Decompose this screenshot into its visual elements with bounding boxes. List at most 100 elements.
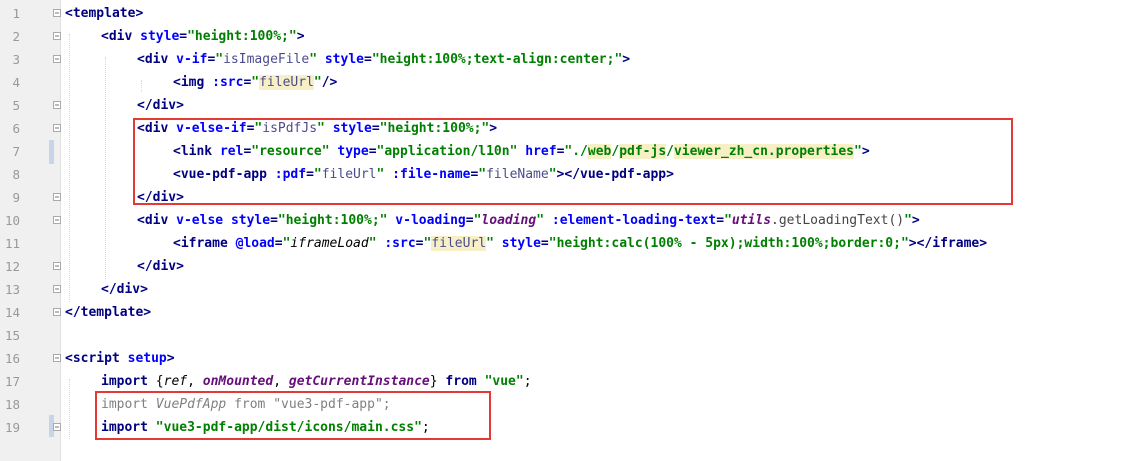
code-token: , <box>273 374 289 389</box>
code-line[interactable]: 11 <iframe @load="iframeLoad" :src="file… <box>0 232 1132 255</box>
code-token: { <box>155 374 164 389</box>
code-token: "height:100%;" <box>187 29 297 44</box>
code-token: ></iframe> <box>908 236 988 251</box>
fold-end-icon[interactable] <box>53 262 61 270</box>
line-number: 19 <box>4 420 20 435</box>
fold-end-icon[interactable] <box>53 308 61 316</box>
code-line[interactable]: 16 <script setup> <box>0 347 1132 370</box>
code-token: onMounted <box>202 374 274 389</box>
code-token: v-if <box>176 52 208 67</box>
highlight-box <box>133 118 1013 205</box>
fold-end-icon[interactable] <box>53 423 61 431</box>
code-line[interactable]: 4 <img :src="fileUrl"/> <box>0 71 1132 94</box>
code-token: setup <box>127 351 167 366</box>
line-number: 15 <box>4 328 20 343</box>
line-number: 8 <box>12 167 20 182</box>
code-token: from <box>437 374 485 389</box>
line-number: 16 <box>4 351 20 366</box>
code-token: () <box>888 213 905 228</box>
code-token: > <box>296 29 305 44</box>
fold-collapse-icon[interactable] <box>53 216 61 224</box>
code-token: :element-loading-text <box>544 213 717 228</box>
fold-end-icon[interactable] <box>53 285 61 293</box>
code-token: "height:100%;text-align:center;" <box>371 52 623 67</box>
code-token: <iframe <box>173 236 236 251</box>
fold-collapse-icon[interactable] <box>53 9 61 17</box>
code-token: style <box>493 236 541 251</box>
code-line[interactable]: 3 <div v-if="isImageFile" style="height:… <box>0 48 1132 71</box>
code-line[interactable]: 17 import {ref, onMounted, getCurrentIns… <box>0 370 1132 393</box>
code-token: "vue" <box>484 374 524 389</box>
code-token: </div> <box>101 282 148 297</box>
code-token: @load <box>235 236 275 251</box>
code-token: style <box>230 213 271 228</box>
code-token: = <box>179 29 188 44</box>
code-line[interactable]: 12 </div> <box>0 255 1132 278</box>
code-token: v-loading <box>387 213 466 228</box>
highlight-box <box>95 391 491 440</box>
code-token: " <box>313 75 322 90</box>
fold-collapse-icon[interactable] <box>53 32 61 40</box>
code-token: . <box>771 213 779 228</box>
line-number: 7 <box>12 144 20 159</box>
code-token: getCurrentInstance <box>288 374 430 389</box>
code-token: <template> <box>65 6 144 21</box>
code-token: " <box>309 52 318 67</box>
line-number: 18 <box>4 397 20 412</box>
code-line[interactable]: 15 <box>0 324 1132 347</box>
code-line[interactable]: 5 </div> <box>0 94 1132 117</box>
code-line[interactable]: 2 <div style="height:100%;"> <box>0 25 1132 48</box>
code-token: fileUrl <box>259 75 314 90</box>
code-line[interactable]: 1 <template> <box>0 2 1132 25</box>
code-token: ref <box>163 374 188 389</box>
line-number: 14 <box>4 305 20 320</box>
code-token: " <box>251 75 260 90</box>
line-number: 4 <box>12 75 20 90</box>
fold-end-icon[interactable] <box>53 193 61 201</box>
code-token: fileUrl <box>431 236 487 251</box>
line-number: 6 <box>12 121 20 136</box>
line-number: 13 <box>4 282 20 297</box>
code-token: </div> <box>137 259 184 274</box>
code-token: /> <box>321 75 338 90</box>
code-token: utils <box>731 213 772 228</box>
code-token: , <box>187 374 203 389</box>
line-number: 12 <box>4 259 20 274</box>
code-token: isImageFile <box>223 52 310 67</box>
code-token: " <box>368 236 377 251</box>
code-token: <img <box>173 75 213 90</box>
code-token: > <box>622 52 631 67</box>
code-token: </template> <box>65 305 152 320</box>
line-number: 1 <box>12 6 20 21</box>
code-token: <div <box>137 52 177 67</box>
line-number: 11 <box>4 236 20 251</box>
code-token: = <box>364 52 372 67</box>
code-token: :src <box>376 236 416 251</box>
code-token: <script <box>65 351 128 366</box>
fold-collapse-icon[interactable] <box>53 55 61 63</box>
code-token: " <box>486 236 494 251</box>
code-token: style <box>140 29 180 44</box>
code-line[interactable]: 10 <div v-else style="height:100%;" v-lo… <box>0 209 1132 232</box>
code-token: " <box>724 213 732 228</box>
code-token: "height:100%;" <box>277 213 388 228</box>
line-number: 9 <box>12 190 20 205</box>
code-line[interactable]: 13 </div> <box>0 278 1132 301</box>
fold-collapse-icon[interactable] <box>53 124 61 132</box>
code-token: "height:calc(100% - 5px);width:100%;bord… <box>548 236 909 251</box>
code-line[interactable]: 14 </template> <box>0 301 1132 324</box>
fold-collapse-icon[interactable] <box>53 354 61 362</box>
code-token: > <box>911 213 920 228</box>
code-token: style <box>317 52 364 67</box>
code-token: " <box>215 52 224 67</box>
line-number: 2 <box>12 29 20 44</box>
code-token: <div <box>137 213 177 228</box>
code-token: iframeLoad <box>290 236 369 251</box>
code-token: <div <box>101 29 141 44</box>
code-token: " <box>536 213 545 228</box>
code-token: ; <box>523 374 532 389</box>
code-token: import <box>101 374 156 389</box>
fold-end-icon[interactable] <box>53 101 61 109</box>
code-token: } <box>429 374 438 389</box>
line-number: 5 <box>12 98 20 113</box>
